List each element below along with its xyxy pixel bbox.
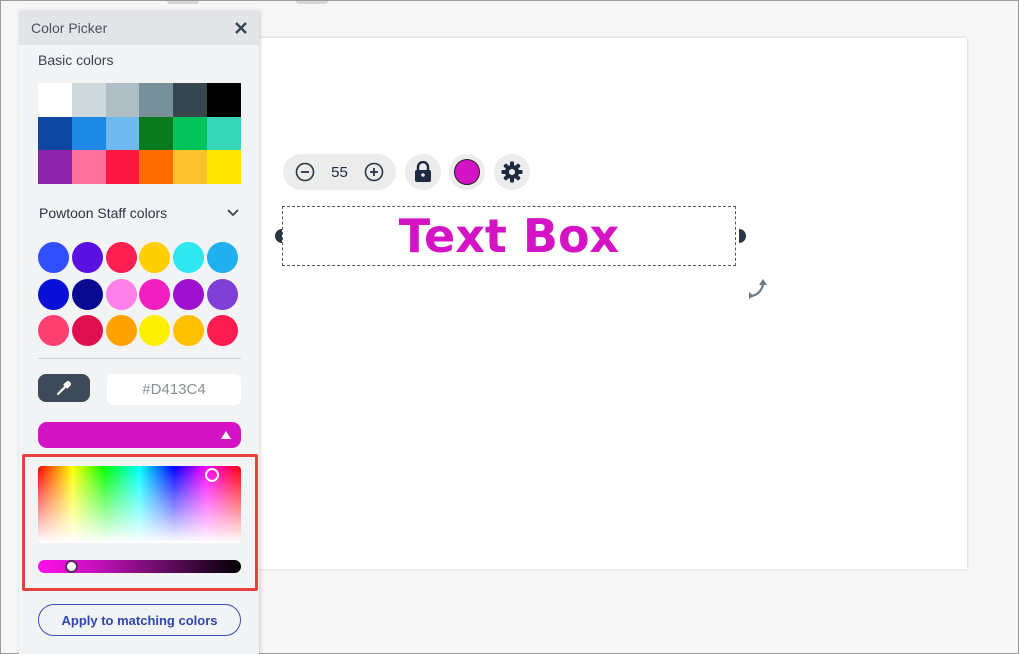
apply-to-matching-colors-button[interactable]: Apply to matching colors	[38, 604, 241, 636]
staff-color-swatch[interactable]	[71, 278, 103, 310]
staff-color-swatch[interactable]	[173, 242, 205, 273]
staff-color-swatch[interactable]	[206, 315, 238, 346]
basic-color-swatch[interactable]	[38, 83, 72, 117]
staff-color-swatch[interactable]	[139, 315, 171, 346]
basic-colors-grid	[38, 83, 241, 184]
basic-color-swatch[interactable]	[207, 150, 241, 184]
staff-color-swatch[interactable]	[105, 278, 137, 310]
text-box-content[interactable]: Text Box	[399, 209, 619, 263]
rotate-icon	[749, 279, 767, 299]
staff-color-swatch[interactable]	[71, 242, 103, 273]
text-color-button[interactable]	[449, 154, 485, 190]
basic-color-swatch[interactable]	[139, 116, 174, 151]
staff-colors-grid	[38, 242, 238, 346]
lock-icon	[415, 161, 431, 182]
stage-canvas[interactable]	[251, 38, 967, 569]
staff-color-swatch[interactable]	[206, 242, 238, 273]
eyedropper-button[interactable]	[38, 374, 90, 402]
staff-color-swatch[interactable]	[206, 278, 238, 310]
basic-color-swatch[interactable]	[71, 150, 106, 184]
basic-color-swatch[interactable]	[38, 116, 72, 151]
resize-handle-left[interactable]	[275, 229, 282, 243]
basic-color-swatch[interactable]	[71, 83, 106, 117]
basic-color-swatch[interactable]	[207, 83, 241, 117]
increase-size-button[interactable]	[364, 162, 384, 182]
font-size-control: 55	[283, 154, 396, 190]
staff-color-swatch[interactable]	[173, 278, 205, 310]
current-color-bar[interactable]	[38, 422, 241, 448]
staff-colors-dropdown[interactable]: Powtoon Staff colors	[39, 205, 239, 221]
hex-color-input[interactable]	[107, 374, 241, 405]
plus-circle-icon	[364, 162, 384, 182]
basic-color-swatch[interactable]	[173, 150, 208, 184]
close-button[interactable]	[233, 20, 249, 36]
chevron-down-icon	[227, 209, 239, 217]
basic-color-swatch[interactable]	[139, 83, 174, 117]
staff-color-swatch[interactable]	[38, 242, 69, 273]
basic-color-swatch[interactable]	[71, 116, 106, 151]
basic-colors-label: Basic colors	[38, 52, 114, 68]
basic-color-swatch[interactable]	[139, 150, 174, 184]
staff-color-swatch[interactable]	[38, 278, 69, 310]
staff-color-swatch[interactable]	[105, 242, 137, 273]
gear-icon	[501, 161, 523, 183]
basic-color-swatch[interactable]	[38, 150, 72, 184]
staff-color-swatch[interactable]	[139, 242, 171, 273]
panel-header: Color Picker	[19, 11, 259, 45]
staff-colors-label: Powtoon Staff colors	[39, 205, 168, 221]
basic-color-swatch[interactable]	[173, 83, 208, 117]
basic-color-swatch[interactable]	[105, 83, 140, 117]
panel-title: Color Picker	[31, 20, 108, 36]
lock-button[interactable]	[405, 154, 441, 190]
color-picker-panel: Color Picker Basic colors Powtoon Staff …	[19, 11, 259, 654]
minus-circle-icon	[295, 162, 315, 182]
decrease-size-button[interactable]	[295, 162, 315, 182]
text-box[interactable]: Text Box	[282, 206, 736, 266]
shade-slider[interactable]	[38, 560, 241, 573]
top-tab-1	[167, 1, 199, 4]
spectrum-handle[interactable]	[205, 468, 219, 482]
shade-slider-handle[interactable]	[65, 560, 78, 573]
basic-color-swatch[interactable]	[207, 116, 241, 151]
color-spectrum[interactable]	[38, 466, 241, 543]
rotate-handle[interactable]	[746, 276, 770, 300]
basic-color-swatch[interactable]	[105, 150, 140, 184]
staff-color-swatch[interactable]	[105, 315, 137, 346]
current-color-swatch	[454, 159, 480, 185]
basic-color-swatch[interactable]	[105, 116, 140, 151]
staff-color-swatch[interactable]	[173, 315, 205, 346]
basic-color-swatch[interactable]	[173, 116, 208, 151]
collapse-arrow-icon[interactable]	[221, 431, 231, 439]
settings-button[interactable]	[494, 154, 530, 190]
close-icon	[235, 22, 247, 34]
divider	[38, 358, 241, 359]
staff-color-swatch[interactable]	[139, 278, 171, 310]
top-tab-2	[296, 1, 328, 4]
staff-color-swatch[interactable]	[71, 315, 103, 346]
font-size-value: 55	[331, 163, 348, 181]
staff-color-swatch[interactable]	[38, 315, 69, 346]
eyedropper-icon	[56, 381, 71, 396]
